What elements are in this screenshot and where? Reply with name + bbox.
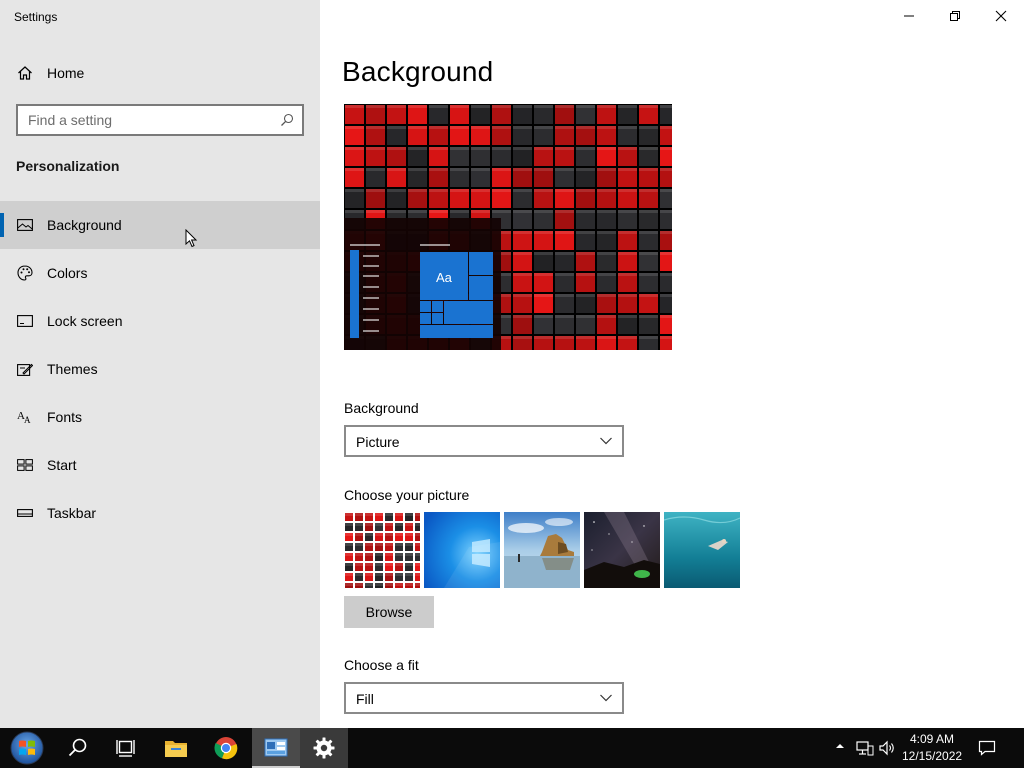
- thumbnail-night-sky[interactable]: [584, 512, 660, 588]
- thumbnail-beach-rocks[interactable]: [504, 512, 580, 588]
- task-view-icon: [116, 740, 135, 757]
- clock-date: 12/15/2022: [902, 749, 963, 763]
- sidebar-item-label: Taskbar: [47, 505, 97, 521]
- taskbar-search-button[interactable]: [54, 728, 102, 768]
- taskbar-icon: [17, 509, 33, 517]
- background-dropdown-value: Picture: [356, 434, 400, 450]
- svg-text:A: A: [24, 415, 31, 425]
- file-explorer-button[interactable]: [152, 728, 200, 768]
- preview-start-menu: [344, 218, 501, 350]
- sidebar-item-label: Lock screen: [47, 313, 123, 329]
- lock-screen-icon: [17, 315, 33, 327]
- sidebar-item-lock-screen[interactable]: Lock screen: [0, 297, 320, 345]
- picture-thumbnails: [344, 512, 740, 588]
- search-icon: [68, 738, 87, 757]
- task-view-button[interactable]: [102, 728, 150, 768]
- mouse-cursor-icon: [185, 229, 198, 248]
- network-icon[interactable]: [856, 739, 874, 757]
- minimize-button[interactable]: [886, 0, 932, 32]
- start-icon: [17, 459, 33, 471]
- close-button[interactable]: [978, 0, 1024, 32]
- settings-gear-icon: [313, 737, 335, 759]
- home-label: Home: [47, 65, 85, 81]
- file-explorer-icon: [165, 741, 187, 757]
- tray-overflow-chevron-icon[interactable]: [834, 740, 846, 752]
- background-dropdown[interactable]: Picture: [344, 425, 624, 457]
- themes-icon: [17, 363, 33, 376]
- sidebar-item-colors[interactable]: Colors: [0, 249, 320, 297]
- choose-picture-label: Choose your picture: [344, 487, 470, 503]
- clock-time: 4:09 AM: [909, 732, 955, 746]
- choose-fit-label: Choose a fit: [344, 657, 419, 673]
- restore-icon: [950, 11, 960, 21]
- restore-button[interactable]: [932, 0, 978, 32]
- close-icon: [995, 10, 1007, 22]
- minimize-icon: [904, 15, 914, 17]
- window-title: Settings: [14, 10, 58, 24]
- thumbnail-windows-blue[interactable]: [424, 512, 500, 588]
- background-label: Background: [344, 400, 419, 416]
- control-panel-button[interactable]: [252, 728, 300, 768]
- page-title: Background: [342, 56, 494, 87]
- volume-icon[interactable]: [878, 739, 896, 757]
- sidebar-item-label: Colors: [47, 265, 88, 281]
- preview-tile-text: Aa: [436, 270, 452, 285]
- sidebar-item-label: Background: [47, 217, 122, 233]
- sidebar-item-fonts[interactable]: A A Fonts: [0, 393, 320, 441]
- home-icon: [18, 66, 32, 80]
- sidebar-item-start[interactable]: Start: [0, 441, 320, 489]
- browse-button[interactable]: Browse: [344, 596, 434, 628]
- palette-icon: [17, 265, 33, 281]
- fonts-icon: A A: [17, 410, 31, 425]
- start-button[interactable]: [4, 728, 50, 768]
- section-title: Personalization: [16, 158, 120, 174]
- search-box[interactable]: [16, 104, 304, 136]
- search-icon[interactable]: [280, 113, 294, 127]
- picture-icon: [17, 219, 33, 231]
- sidebar: Settings Home Personalization Background: [0, 0, 320, 728]
- chevron-down-icon: [600, 437, 612, 445]
- control-panel-icon: [264, 738, 288, 757]
- desktop-preview: Aa: [344, 104, 672, 350]
- sidebar-item-taskbar[interactable]: Taskbar: [0, 489, 320, 537]
- notification-center-icon[interactable]: [978, 739, 996, 757]
- sidebar-item-label: Fonts: [47, 409, 83, 425]
- settings-taskbar-button[interactable]: [300, 728, 348, 768]
- taskbar-clock[interactable]: 4:09 AM 12/15/2022: [902, 731, 962, 765]
- search-input[interactable]: [18, 106, 302, 134]
- fit-dropdown-value: Fill: [356, 691, 374, 707]
- thumbnail-underwater[interactable]: [664, 512, 740, 588]
- chrome-button[interactable]: [202, 728, 250, 768]
- sidebar-item-background[interactable]: Background: [0, 201, 320, 249]
- sidebar-nav: Background Colors Lock screen Themes A A…: [0, 201, 320, 537]
- home-link[interactable]: Home: [0, 60, 320, 86]
- chevron-down-icon: [600, 694, 612, 702]
- start-orb-icon: [10, 731, 44, 765]
- sidebar-item-label: Start: [47, 457, 77, 473]
- sidebar-item-label: Themes: [47, 361, 98, 377]
- sidebar-item-themes[interactable]: Themes: [0, 345, 320, 393]
- thumbnail-red-cubes[interactable]: [344, 512, 420, 588]
- taskbar: 4:09 AM 12/15/2022: [0, 728, 1024, 768]
- fit-dropdown[interactable]: Fill: [344, 682, 624, 714]
- chrome-icon: [214, 737, 238, 760]
